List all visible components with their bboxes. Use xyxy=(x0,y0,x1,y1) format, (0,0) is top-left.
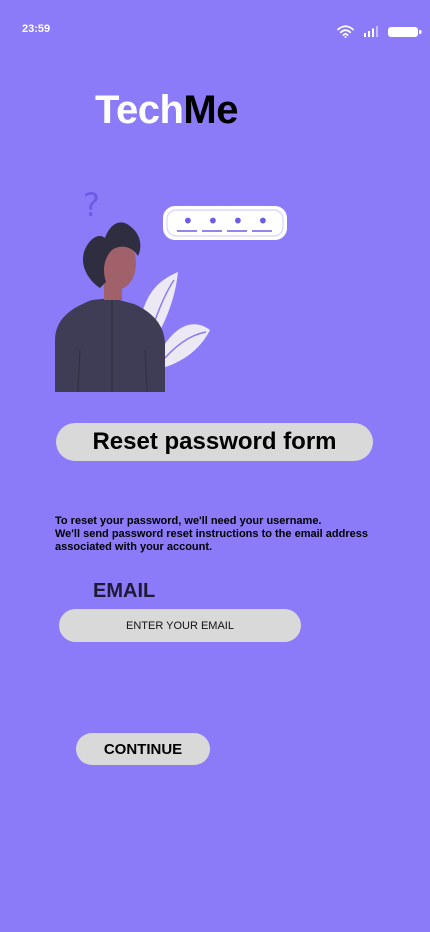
status-time: 23:59 xyxy=(22,23,51,35)
description-line-1: To reset your password, we'll need your … xyxy=(55,515,322,527)
status-icons xyxy=(337,25,422,38)
email-field[interactable] xyxy=(59,609,301,642)
logo-me: Me xyxy=(183,88,238,132)
form-description: To reset your password, we'll need your … xyxy=(55,515,395,554)
status-bar: 23:59 xyxy=(0,0,430,50)
password-dot-4: • xyxy=(257,209,269,233)
forgot-password-illustration: ? • • • • xyxy=(55,186,287,393)
app-logo: TechMe xyxy=(95,88,238,133)
description-line-2: We'll send password reset instructions t… xyxy=(55,528,368,553)
signal-icon xyxy=(364,26,378,37)
password-bubble: • • • • xyxy=(163,206,287,240)
continue-button[interactable]: CONTINUE xyxy=(76,733,210,765)
password-dot-1: • xyxy=(182,209,194,233)
battery-icon xyxy=(388,26,422,37)
form-title: Reset password form xyxy=(56,423,373,461)
password-dot-3: • xyxy=(232,209,244,233)
wifi-icon xyxy=(337,25,354,38)
password-dot-2: • xyxy=(207,209,219,233)
question-mark: ? xyxy=(83,186,100,224)
email-label: EMAIL xyxy=(93,580,156,602)
logo-tech: Tech xyxy=(95,88,184,132)
